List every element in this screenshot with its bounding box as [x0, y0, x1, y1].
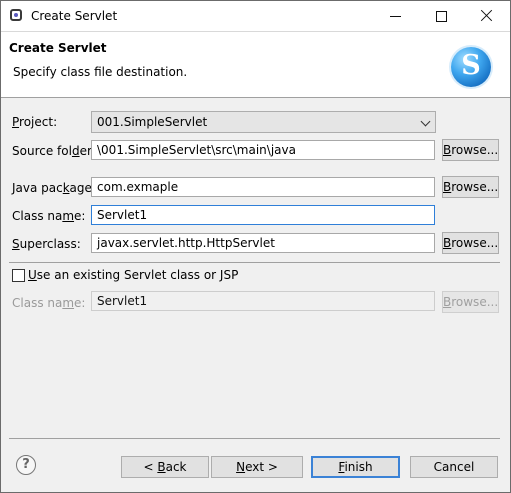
class-name-input[interactable]: Servlet1: [91, 205, 435, 225]
class-name-label-mnemonic: m: [62, 209, 75, 223]
java-package-input[interactable]: com.exmaple: [91, 177, 435, 197]
source-folder-label: Source folder:: [12, 144, 96, 158]
finish-label-post: inish: [344, 460, 373, 474]
class-name-label: Class name:: [12, 209, 85, 223]
superclass-label-mnemonic: S: [12, 237, 20, 251]
java-package-label: Java package:: [12, 181, 96, 195]
java-package-browse-button[interactable]: Browse...: [442, 176, 499, 198]
banner-description: Specify class file destination.: [13, 65, 188, 79]
cancel-button[interactable]: Cancel: [410, 456, 498, 478]
maximize-icon: [436, 11, 447, 22]
project-label-text: roject:: [19, 115, 58, 129]
superclass-label-text: uperclass:: [19, 237, 81, 251]
existing-class-name-input: Servlet1: [91, 291, 435, 311]
maximize-button[interactable]: [418, 1, 464, 31]
existing-class-label-post: e:: [74, 296, 86, 310]
existing-class-name-label: Class name:: [12, 296, 85, 310]
window-title: Create Servlet: [31, 9, 118, 23]
back-button[interactable]: < Back: [121, 456, 209, 478]
project-select[interactable]: 001.SimpleServlet: [91, 111, 436, 133]
superclass-label: Superclass:: [12, 237, 81, 251]
back-label-post: ack: [165, 460, 187, 474]
project-select-value: 001.SimpleServlet: [97, 115, 208, 129]
title-bar[interactable]: Create Servlet: [1, 1, 510, 32]
back-label-pre: <: [143, 460, 158, 474]
class-name-label-post: e:: [74, 209, 86, 223]
servlet-s-logo-icon: S: [451, 47, 491, 87]
source-folder-input[interactable]: \001.SimpleServlet\src\main\java: [91, 140, 435, 160]
help-question-icon[interactable]: ?: [16, 455, 36, 475]
java-package-label-pre: Java pac: [12, 181, 63, 195]
next-label-mnemonic: N: [236, 460, 246, 474]
logo-letter: S: [461, 50, 481, 81]
project-label: Project:: [12, 115, 57, 129]
footer-divider: [9, 438, 500, 439]
use-existing-servlet-label[interactable]: Use an existing Servlet class or JSP: [28, 268, 238, 282]
minimize-button[interactable]: [372, 1, 418, 31]
use-existing-mnemonic: U: [28, 268, 37, 282]
minimize-icon: [390, 16, 401, 17]
close-button[interactable]: [464, 1, 510, 31]
wizard-banner: Create Servlet Specify class file destin…: [1, 32, 510, 98]
existing-class-label-mnemonic: m: [62, 296, 75, 310]
source-folder-label-pre: Source fol: [12, 144, 72, 158]
next-button[interactable]: Next >: [211, 456, 303, 478]
chevron-down-icon: [420, 116, 431, 127]
eclipse-app-icon: [10, 9, 22, 21]
finish-button[interactable]: Finish: [311, 456, 400, 478]
class-name-label-pre: Class na: [12, 209, 63, 223]
use-existing-text: se an existing Servlet class or JSP: [36, 268, 239, 282]
section-divider: [9, 262, 500, 263]
source-folder-label-mnemonic: d: [71, 144, 80, 158]
superclass-input[interactable]: javax.servlet.http.HttpServlet: [91, 233, 435, 253]
back-label-mnemonic: B: [157, 460, 166, 474]
banner-title: Create Servlet: [9, 41, 107, 55]
superclass-browse-button[interactable]: Browse...: [442, 232, 499, 254]
next-label-post: ext >: [245, 460, 278, 474]
existing-class-label-pre: Class na: [12, 296, 63, 310]
create-servlet-dialog: Create Servlet Create Servlet Specify cl…: [0, 0, 511, 493]
close-icon: [481, 9, 493, 21]
existing-class-browse-button: Browse...: [442, 291, 499, 313]
source-folder-browse-button[interactable]: Browse...: [442, 139, 499, 161]
use-existing-servlet-checkbox[interactable]: [12, 269, 25, 282]
project-label-mnemonic: P: [12, 115, 20, 129]
